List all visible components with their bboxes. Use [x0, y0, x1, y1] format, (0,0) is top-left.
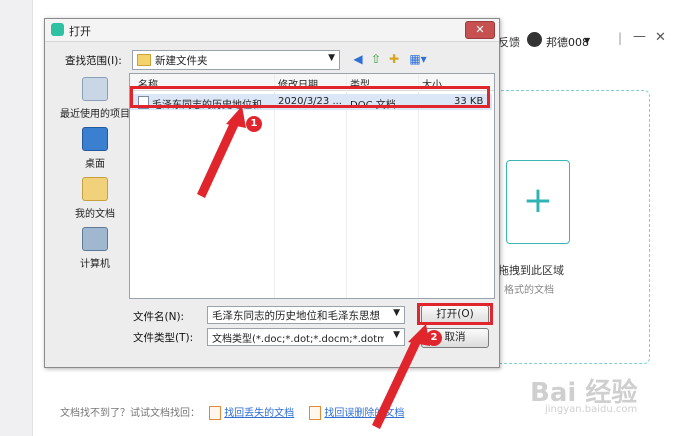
annotation-badge-1: 1 [246, 116, 262, 132]
arrow-1-shaft [197, 118, 240, 198]
arrow-2-shaft [372, 336, 422, 429]
annotation-badge-2: 2 [426, 330, 442, 346]
annotation-arrows [197, 106, 430, 429]
